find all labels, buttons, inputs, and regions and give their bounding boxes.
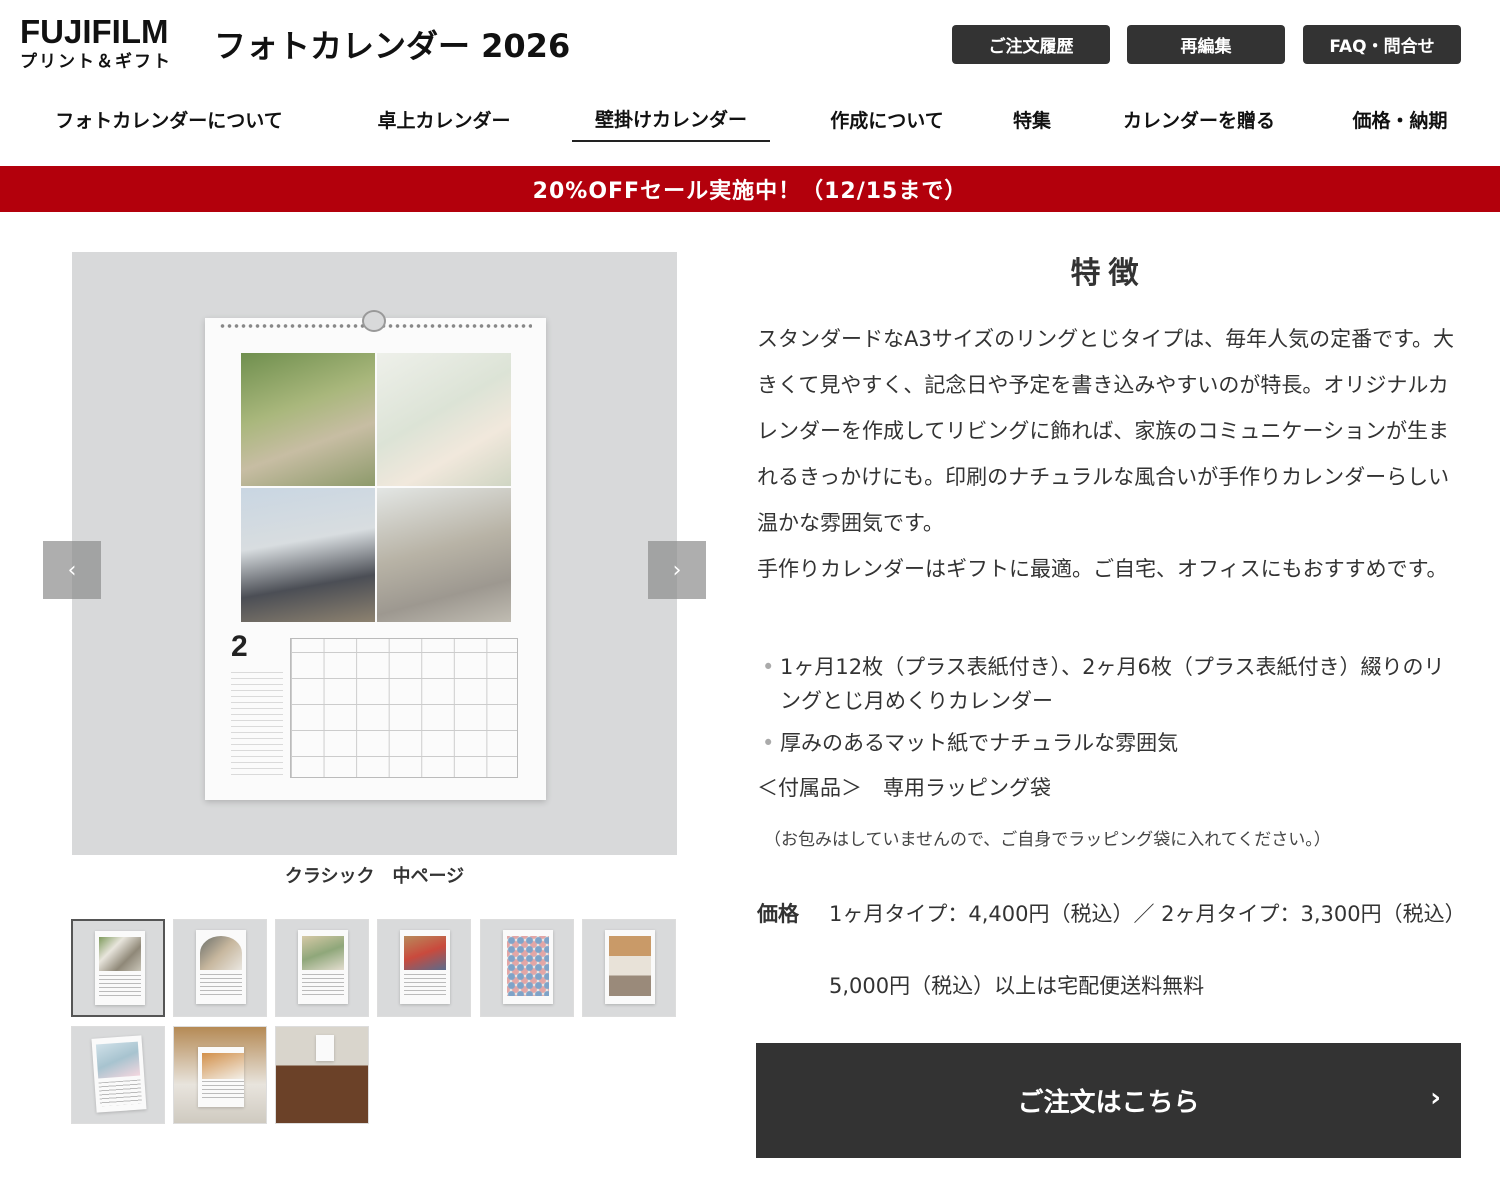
nav-item-price[interactable]: 価格・納期 bbox=[1340, 96, 1460, 142]
nav-item-gift[interactable]: カレンダーを贈る bbox=[1108, 96, 1290, 142]
image-caption: クラシック 中ページ bbox=[284, 866, 465, 887]
calendar-hanger bbox=[362, 310, 386, 332]
nav-item-wall-calendar[interactable]: 壁掛けカレンダー bbox=[572, 96, 770, 142]
sale-banner[interactable]: 20%OFFセール実施中！（12/15まで） bbox=[0, 166, 1500, 212]
gallery-thumbnail[interactable] bbox=[275, 1026, 369, 1124]
site-title: フォトカレンダー 2026 bbox=[214, 27, 571, 65]
calendar-photo bbox=[241, 353, 375, 486]
main-nav: フォトカレンダーについて 卓上カレンダー 壁掛けカレンダー 作成について 特集 … bbox=[0, 96, 1500, 156]
features-heading: 特徴 bbox=[1070, 256, 1147, 291]
gallery-thumbnail[interactable] bbox=[71, 919, 165, 1017]
gallery-thumbnail[interactable] bbox=[275, 919, 369, 1017]
gallery-thumbnail[interactable] bbox=[582, 919, 676, 1017]
chevron-right-icon: › bbox=[1430, 1083, 1441, 1113]
wrapping-note: （お包みはしていませんので、ご自身でラッピング袋に入れてください。） bbox=[764, 830, 1331, 850]
gallery-thumbnail[interactable] bbox=[377, 919, 471, 1017]
nav-item-about[interactable]: フォトカレンダーについて bbox=[40, 96, 298, 142]
feature-bullet: 厚みのあるマット紙でナチュラルな雰囲気 bbox=[762, 726, 1462, 760]
accessory-info: ＜付属品＞ 専用ラッピング袋 bbox=[757, 776, 1051, 800]
calendar-photo bbox=[377, 488, 511, 622]
calendar-sheet: 2 bbox=[205, 310, 546, 800]
logo-wordmark: FUJIFILM bbox=[20, 13, 169, 50]
order-button-label: ご注文はこちら bbox=[1017, 1088, 1200, 1118]
product-main-image: 2 bbox=[72, 252, 677, 855]
reedit-button[interactable]: 再編集 bbox=[1127, 25, 1285, 64]
description-paragraph: スタンダードなA3サイズのリングとじタイプは、毎年人気の定番です。大きくて見やす… bbox=[757, 327, 1454, 535]
calendar-date-grid bbox=[290, 638, 518, 778]
price-label: 価格 bbox=[757, 902, 799, 926]
calendar-photo bbox=[377, 353, 511, 486]
nav-item-creation[interactable]: 作成について bbox=[816, 96, 958, 142]
nav-item-features[interactable]: 特集 bbox=[1004, 96, 1060, 142]
features-description: スタンダードなA3サイズのリングとじタイプは、毎年人気の定番です。大きくて見やす… bbox=[757, 316, 1463, 592]
feature-bullet: 1ヶ月12枚（プラス表紙付き）、2ヶ月6枚（プラス表紙付き）綴りのリングとじ月め… bbox=[762, 650, 1462, 718]
calendar-mini-grid bbox=[231, 670, 283, 780]
order-history-button[interactable]: ご注文履歴 bbox=[952, 25, 1110, 64]
price-text: 1ヶ月タイプ：4,400円（税込）／ 2ヶ月タイプ：3,300円（税込） bbox=[829, 902, 1466, 926]
calendar-photo bbox=[241, 488, 375, 622]
shipping-info: 5,000円（税込）以上は宅配便送料無料 bbox=[829, 974, 1205, 998]
feature-bullet-list: 1ヶ月12枚（プラス表紙付き）、2ヶ月6枚（プラス表紙付き）綴りのリングとじ月め… bbox=[762, 650, 1462, 768]
logo-subtitle: プリント＆ギフト bbox=[20, 52, 172, 72]
fujifilm-logo[interactable]: FUJIFILM プリント＆ギフト bbox=[20, 13, 182, 72]
order-button[interactable]: ご注文はこちら › bbox=[756, 1043, 1461, 1158]
calendar-month-number: 2 bbox=[231, 630, 248, 663]
gallery-thumbnail[interactable] bbox=[480, 919, 574, 1017]
gallery-prev-button[interactable]: ‹ bbox=[43, 541, 101, 599]
gallery-next-button[interactable]: › bbox=[648, 541, 706, 599]
gallery-thumbnail[interactable] bbox=[173, 1026, 267, 1124]
nav-item-desk-calendar[interactable]: 卓上カレンダー bbox=[362, 96, 526, 142]
site-header: FUJIFILM プリント＆ギフト フォトカレンダー 2026 ご注文履歴 再編… bbox=[0, 0, 1500, 92]
gallery-thumbnail[interactable] bbox=[173, 919, 267, 1017]
gallery-thumbnail[interactable] bbox=[71, 1026, 165, 1124]
description-paragraph: 手作りカレンダーはギフトに最適。ご自宅、オフィスにもおすすめです。 bbox=[757, 557, 1448, 581]
faq-contact-button[interactable]: FAQ・問合せ bbox=[1303, 25, 1461, 64]
